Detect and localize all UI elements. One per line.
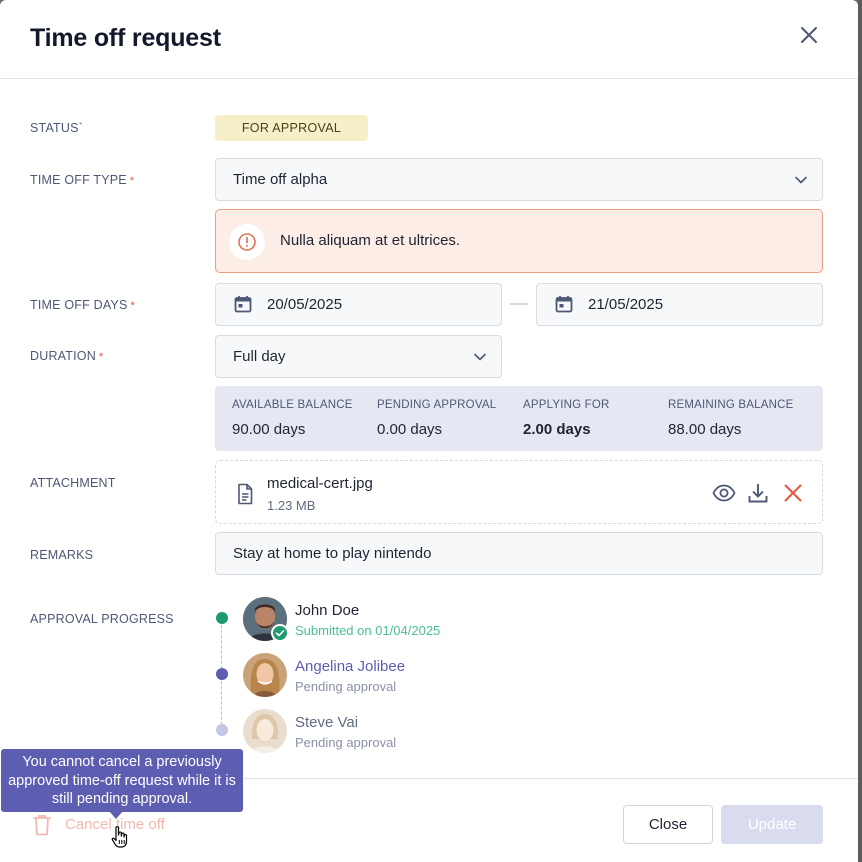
start-date-field[interactable]: 20/05/2025 [215,283,502,326]
alert-circle-icon [238,233,256,251]
end-date-field[interactable]: 21/05/2025 [536,283,823,326]
balance-value: 2.00 days [523,421,591,438]
chevron-down-icon [795,176,807,184]
balance-summary: AVAILABLE BALANCE 90.00 days PENDING APP… [215,386,823,451]
calendar-icon [555,296,573,313]
close-icon[interactable] [798,24,820,46]
approver-name: Angelina Jolibee [295,658,406,675]
pending-approval-balance: PENDING APPROVAL 0.00 days [377,399,496,438]
close-button[interactable]: Close [623,805,713,844]
tooltip: You cannot cancel a previously approved … [1,749,243,812]
start-date-value: 20/05/2025 [267,296,343,313]
remaining-balance: REMAINING BALANCE 88.00 days [668,399,793,438]
alert-message: Nulla aliquam at et ultrices. [280,232,461,249]
balance-label: APPLYING FOR [523,399,610,411]
calendar-icon [234,296,252,313]
timeline-dot-current [216,668,228,680]
eye-icon[interactable] [712,481,736,505]
modal-title: Time off request [30,24,221,52]
end-date-value: 21/05/2025 [588,296,664,313]
applying-for-balance: APPLYING FOR 2.00 days [523,399,610,438]
timeline-dot-approved [216,612,228,624]
approval-progress-label: APPROVAL PROGRESS [30,612,174,626]
chevron-down-icon [474,353,486,361]
available-balance: AVAILABLE BALANCE 90.00 days [232,399,353,438]
time-off-type-value: Time off alpha [233,171,328,188]
file-size: 1.23 MB [267,498,316,513]
avatar [243,653,287,697]
duration-select[interactable]: Full day [215,335,502,378]
attachment-label: ATTACHMENT [30,476,116,490]
status-badge: FOR APPROVAL [215,115,368,141]
hand-pointer-cursor-icon [111,826,128,848]
tooltip-arrow [109,811,123,819]
warning-alert: Nulla aliquam at et ultrices. [215,209,823,273]
balance-value: 88.00 days [668,421,742,438]
approver-status: Pending approval [295,679,397,694]
person-avatar-icon [243,709,287,753]
balance-label: PENDING APPROVAL [377,399,497,411]
timeline-dot-upcoming [216,724,228,736]
balance-label: REMAINING BALANCE [668,399,794,411]
remarks-label: REMARKS [30,548,94,562]
balance-value: 90.00 days [232,421,306,438]
date-range-separator [510,303,528,305]
approver-status: Submitted on 01/04/2025 [295,623,441,638]
remarks-value: Stay at home to play nintendo [233,545,432,562]
person-avatar-icon [243,653,287,697]
duration-value: Full day [233,348,286,365]
approved-check-badge [271,624,289,642]
attachment-card: medical-cert.jpg 1.23 MB [215,460,823,524]
balance-label: AVAILABLE BALANCE [232,399,353,411]
check-icon [275,630,285,637]
delete-icon[interactable] [781,481,805,505]
file-name[interactable]: medical-cert.jpg [267,475,373,492]
time-off-request-modal: Time off request STATUS` FOR APPROVAL TI… [0,0,858,862]
status-label: STATUS` [30,121,84,135]
time-off-days-label: TIME OFF DAYS * [30,298,135,312]
update-button[interactable]: Update [721,805,823,844]
alert-icon-wrap [229,224,265,260]
time-off-type-label: TIME OFF TYPE * [30,173,135,187]
approver-status: Pending approval [295,735,397,750]
remarks-input[interactable]: Stay at home to play nintendo [215,532,823,575]
download-icon[interactable] [746,481,770,505]
time-off-type-select[interactable]: Time off alpha [215,158,823,201]
trash-icon [33,815,51,836]
file-icon [238,483,253,505]
duration-label: DURATION * [30,349,104,363]
approver-name: Steve Vai [295,714,359,731]
backdrop-edge [858,0,862,862]
avatar [243,709,287,753]
approver-name: John Doe [295,602,360,619]
modal-header: Time off request [0,0,858,79]
balance-value: 0.00 days [377,421,443,438]
